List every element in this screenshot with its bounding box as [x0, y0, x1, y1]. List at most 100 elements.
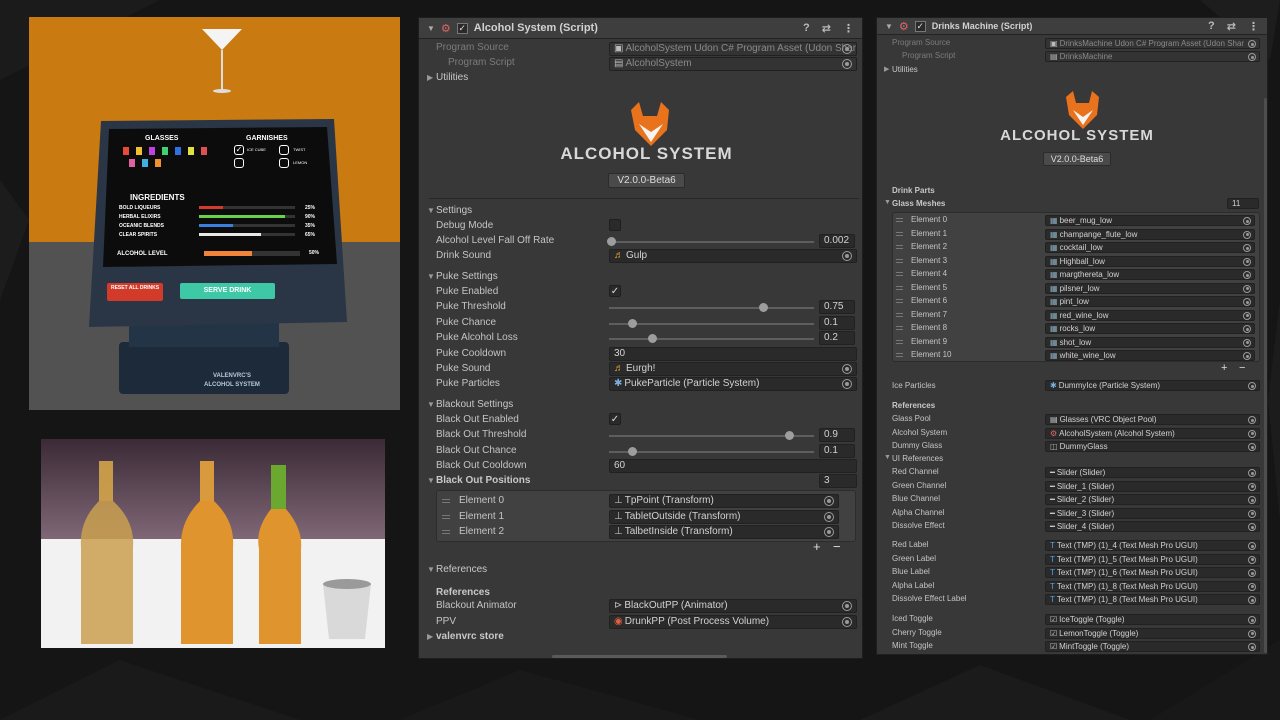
drag-handle-icon[interactable] — [896, 258, 903, 263]
reset-all-drinks-button[interactable]: RESET ALL DRINKS — [107, 283, 163, 301]
object-picker-icon[interactable] — [1248, 509, 1256, 518]
puke-cooldown-field[interactable]: 30 — [609, 347, 857, 361]
position-element-field[interactable]: ⊥ TpPoint (Transform) — [609, 494, 839, 508]
puke-enabled-checkbox[interactable]: ✓ — [609, 285, 621, 297]
falloff-slider-handle[interactable] — [607, 237, 617, 246]
mesh-element-field[interactable]: ▦ rocks_low — [1045, 323, 1255, 334]
mesh-element-field[interactable]: ▦ white_wine_low — [1045, 350, 1255, 361]
blackout-chance-slider-handle[interactable] — [627, 447, 637, 456]
mesh-element-field[interactable]: ▦ pilsner_low — [1045, 282, 1255, 294]
mesh-element-field[interactable]: ▦ champange_flute_low — [1045, 228, 1255, 240]
object-picker-icon[interactable] — [1243, 311, 1251, 320]
blackout-cooldown-field[interactable]: 60 — [609, 459, 857, 473]
toggle-ref-field[interactable]: ☑ IceToggle (Toggle) — [1045, 614, 1260, 625]
utilities-arrow-icon[interactable]: ▶ — [884, 65, 889, 73]
object-picker-icon[interactable] — [1248, 469, 1256, 477]
references-foldout[interactable]: References — [436, 564, 487, 575]
text-label-ref-field[interactable]: T Text (TMP) (1)_8 (Text Mesh Pro UGUI) — [1045, 594, 1260, 605]
vertical-scrollbar[interactable] — [1264, 98, 1267, 653]
object-picker-icon[interactable] — [1248, 482, 1256, 491]
object-picker-icon[interactable] — [1243, 298, 1251, 306]
garnish-checkbox-3[interactable] — [234, 158, 244, 168]
utilities-foldout[interactable]: Utilities — [892, 65, 918, 74]
drag-handle-icon[interactable] — [442, 530, 450, 534]
component-header[interactable]: ▼ ⚙ ✓ Alcohol System (Script) ? ⇄ ⋮ — [419, 18, 862, 39]
remove-element-button[interactable]: − — [833, 539, 841, 554]
object-picker-icon[interactable] — [1248, 443, 1256, 451]
references-foldout-arrow-icon[interactable]: ▼ — [427, 565, 435, 574]
object-picker-icon[interactable] — [842, 59, 852, 69]
position-element-field[interactable]: ⊥ TabletOutside (Transform) — [609, 509, 839, 524]
slider-ref-field[interactable]: ━ Slider_1 (Slider) — [1045, 480, 1260, 492]
ice-particles-field[interactable]: ✱ DummyIce (Particle System) — [1045, 380, 1260, 391]
ui-references-arrow-icon[interactable]: ▼ — [884, 454, 891, 461]
object-picker-icon[interactable] — [1243, 325, 1251, 333]
mesh-element-field[interactable]: ▦ margthereta_low — [1045, 269, 1255, 280]
text-label-ref-field[interactable]: T Text (TMP) (1)_6 (Text Mesh Pro UGUI) — [1045, 567, 1260, 578]
reference-field[interactable]: ⚙ AlcoholSystem (Alcohol System) — [1045, 427, 1260, 439]
add-element-button[interactable]: + — [1221, 362, 1227, 374]
fold-arrow-icon[interactable]: ▼ — [427, 24, 435, 33]
drag-handle-icon[interactable] — [896, 231, 903, 236]
fold-arrow-icon[interactable]: ▼ — [885, 22, 893, 31]
toggle-ref-field[interactable]: ☑ LemonToggle (Toggle) — [1045, 627, 1260, 639]
object-picker-icon[interactable] — [842, 379, 852, 389]
position-element-field[interactable]: ⊥ TalbetInside (Transform) — [609, 525, 839, 539]
object-picker-icon[interactable] — [824, 496, 834, 506]
drag-handle-icon[interactable] — [896, 299, 903, 303]
object-picker-icon[interactable] — [824, 527, 834, 537]
puke-loss-slider[interactable] — [609, 334, 814, 343]
mesh-element-field[interactable]: ▦ beer_mug_low — [1045, 215, 1255, 226]
serve-drink-button[interactable]: SERVE DRINK — [180, 283, 275, 299]
help-icon[interactable]: ? — [803, 22, 810, 34]
help-icon[interactable]: ? — [1208, 20, 1215, 32]
blackout-threshold-slider-value[interactable]: 0.9 — [819, 428, 855, 442]
object-picker-icon[interactable] — [1243, 217, 1251, 225]
slider-ref-field[interactable]: ━ Slider_3 (Slider) — [1045, 507, 1260, 519]
glass-meshes-arrow-icon[interactable]: ▼ — [884, 199, 891, 206]
object-picker-icon[interactable] — [842, 601, 852, 611]
puke-loss-slider-handle[interactable] — [648, 334, 658, 343]
object-picker-icon[interactable] — [1248, 555, 1256, 564]
toggle-ref-field[interactable]: ☑ MintToggle (Toggle) — [1045, 641, 1260, 652]
puke-settings-foldout[interactable]: Puke Settings — [436, 271, 498, 282]
object-picker-icon[interactable] — [1248, 643, 1256, 651]
object-picker-icon[interactable] — [1243, 257, 1251, 266]
object-picker-icon[interactable] — [1243, 230, 1251, 239]
blackout-settings-foldout[interactable]: Blackout Settings — [436, 399, 513, 410]
puke-settings-foldout-arrow-icon[interactable]: ▼ — [427, 272, 435, 281]
object-picker-icon[interactable] — [1243, 271, 1251, 279]
puke-particles-field[interactable]: ✱ PukeParticle (Particle System) — [609, 377, 857, 391]
utilities-foldout[interactable]: Utilities — [436, 72, 468, 83]
object-picker-icon[interactable] — [1248, 582, 1256, 591]
blackout-positions-foldout[interactable]: Black Out Positions — [436, 475, 530, 486]
blackout-threshold-slider[interactable] — [609, 431, 814, 440]
puke-threshold-slider-value[interactable]: 0.75 — [819, 300, 855, 314]
mesh-element-field[interactable]: ▦ red_wine_low — [1045, 309, 1255, 321]
garnish-checkbox-ice[interactable]: ✓ — [234, 145, 244, 155]
drag-handle-icon[interactable] — [896, 353, 903, 357]
object-picker-icon[interactable] — [1243, 352, 1251, 360]
drag-handle-icon[interactable] — [442, 499, 450, 503]
preset-icon[interactable]: ⇄ — [822, 22, 831, 35]
text-label-ref-field[interactable]: T Text (TMP) (1)_8 (Text Mesh Pro UGUI) — [1045, 580, 1260, 592]
drag-handle-icon[interactable] — [896, 312, 903, 317]
object-picker-icon[interactable] — [1248, 40, 1256, 48]
puke-chance-slider-value[interactable]: 0.1 — [819, 316, 855, 330]
puke-threshold-slider-handle[interactable] — [758, 303, 768, 312]
ppv-field[interactable]: ◉ DrunkPP (Post Process Volume) — [609, 615, 857, 629]
enabled-checkbox[interactable]: ✓ — [456, 22, 468, 34]
object-picker-icon[interactable] — [842, 251, 852, 261]
puke-chance-slider-handle[interactable] — [627, 319, 637, 328]
program-script-field[interactable]: ▤ DrinksMachine — [1045, 51, 1260, 62]
object-picker-icon[interactable] — [842, 617, 852, 627]
utilities-arrow-icon[interactable]: ▶ — [427, 73, 433, 82]
blackout-positions-foldout-arrow-icon[interactable]: ▼ — [427, 476, 435, 485]
blackout-enabled-checkbox[interactable]: ✓ — [609, 413, 621, 425]
drink-sound-field[interactable]: ♬ Gulp — [609, 249, 857, 263]
object-picker-icon[interactable] — [1243, 284, 1251, 293]
object-picker-icon[interactable] — [1243, 244, 1251, 252]
program-script-field[interactable]: ▤ AlcoholSystem — [609, 57, 857, 71]
mesh-element-field[interactable]: ▦ Highball_low — [1045, 255, 1255, 267]
valenvrc-store-foldout[interactable]: valenvrc store — [436, 631, 504, 642]
